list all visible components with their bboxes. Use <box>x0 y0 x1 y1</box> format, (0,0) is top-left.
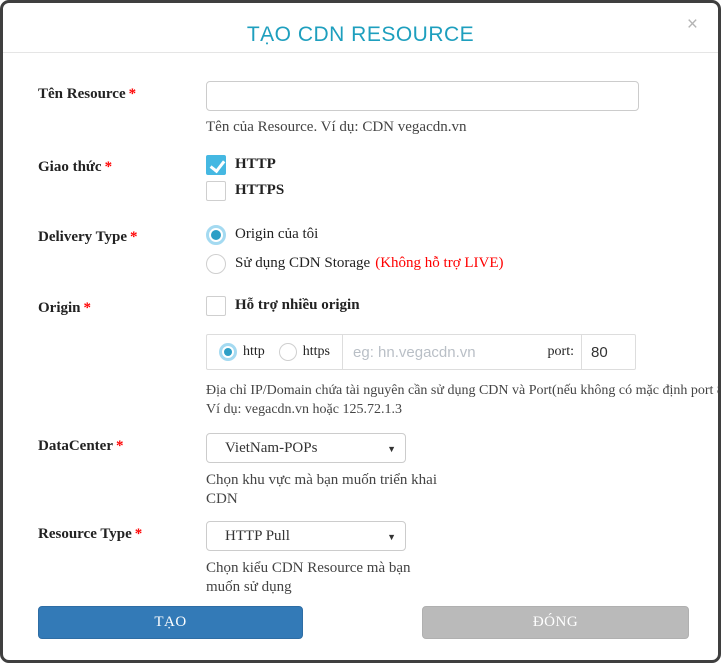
http-scheme-radio[interactable] <box>219 343 237 361</box>
origin-input-group: http https port: <box>206 334 636 370</box>
http-checkbox[interactable] <box>206 155 226 175</box>
https-checkbox-label: HTTPS <box>235 182 284 199</box>
port-input[interactable] <box>582 344 635 361</box>
scheme-option-http[interactable]: http <box>219 343 265 361</box>
required-mark: * <box>135 526 143 542</box>
port-box <box>581 335 635 369</box>
resource-type-helper: Chọn kiểu CDN Resource mà bạn muốn sử dụ… <box>206 559 698 597</box>
required-mark: * <box>129 86 137 102</box>
delivery-option-cdn-storage[interactable]: Sử dụng CDN Storage (Không hỗ trợ LIVE) <box>206 253 698 274</box>
required-mark: * <box>84 300 92 316</box>
dialog-footer: TẠO ĐÓNG <box>38 606 698 639</box>
origin-host-input[interactable] <box>343 335 548 369</box>
dialog-header: TẠO CDN RESOURCE × <box>3 3 718 53</box>
datacenter-helper-line2: CDN <box>206 490 698 509</box>
resource-name-input[interactable] <box>206 81 639 111</box>
no-live-support-note: (Không hỗ trợ LIVE) <box>375 255 503 272</box>
origin-label: Origin* <box>38 295 206 419</box>
resource-name-helper: Tên của Resource. Ví dụ: CDN vegacdn.vn <box>206 118 698 137</box>
delivery-option-my-origin[interactable]: Origin của tôi <box>206 224 698 245</box>
multi-origin-checkbox-label: Hỗ trợ nhiều origin <box>235 297 360 314</box>
resource-type-helper-line2: muốn sử dụng <box>206 578 698 597</box>
datacenter-select[interactable]: VietNam-POPs ▼ <box>206 433 406 463</box>
protocol-option-http[interactable]: HTTP <box>206 154 698 175</box>
resource-type-select[interactable]: HTTP Pull ▼ <box>206 521 406 551</box>
datacenter-row: DataCenter* VietNam-POPs ▼ Chọn khu vực … <box>38 433 698 509</box>
multi-origin-option[interactable]: Hỗ trợ nhiều origin <box>206 295 698 316</box>
cdn-storage-radio-label: Sử dụng CDN Storage <box>235 255 370 272</box>
protocol-option-https[interactable]: HTTPS <box>206 180 698 201</box>
dropdown-arrow-icon: ▼ <box>387 532 396 542</box>
datacenter-label: DataCenter* <box>38 433 206 509</box>
https-scheme-label: https <box>303 344 330 360</box>
datacenter-helper-line1: Chọn khu vực mà bạn muốn triển khai <box>206 471 698 490</box>
http-checkbox-label: HTTP <box>235 156 276 173</box>
resource-type-selected-value: HTTP Pull <box>225 528 290 545</box>
dialog-body: Tên Resource* Tên của Resource. Ví dụ: C… <box>3 53 718 639</box>
my-origin-radio-label: Origin của tôi <box>235 226 318 243</box>
delivery-type-label: Delivery Type* <box>38 224 206 274</box>
https-scheme-radio[interactable] <box>279 343 297 361</box>
origin-row: Origin* Hỗ trợ nhiều origin http <box>38 295 698 419</box>
delivery-type-row: Delivery Type* Origin của tôi Sử dụng CD… <box>38 224 698 274</box>
create-button[interactable]: TẠO <box>38 606 303 639</box>
resource-type-helper-line1: Chọn kiểu CDN Resource mà bạn <box>206 559 698 578</box>
dialog-title: TẠO CDN RESOURCE <box>3 3 718 47</box>
origin-helper-line1: Địa chỉ IP/Domain chứa tài nguyên cần sử… <box>206 381 698 400</box>
resource-name-row: Tên Resource* Tên của Resource. Ví dụ: C… <box>38 81 698 137</box>
scheme-option-https[interactable]: https <box>279 343 330 361</box>
origin-scheme-segment: http https <box>207 335 343 369</box>
required-mark: * <box>105 159 113 175</box>
https-checkbox[interactable] <box>206 181 226 201</box>
protocol-row: Giao thức* HTTP HTTPS <box>38 154 698 201</box>
required-mark: * <box>130 229 138 245</box>
multi-origin-checkbox[interactable] <box>206 296 226 316</box>
protocol-label: Giao thức* <box>38 154 206 201</box>
dropdown-arrow-icon: ▼ <box>387 444 396 454</box>
http-scheme-label: http <box>243 344 265 360</box>
origin-helper-line2: Ví dụ: vegacdn.vn hoặc 125.72.1.3 <box>206 400 698 419</box>
create-cdn-resource-dialog: TẠO CDN RESOURCE × Tên Resource* Tên của… <box>0 0 721 663</box>
close-icon[interactable]: × <box>687 15 698 34</box>
port-label: port: <box>548 344 581 360</box>
my-origin-radio[interactable] <box>206 225 226 245</box>
close-button[interactable]: ĐÓNG <box>422 606 689 639</box>
cdn-storage-radio[interactable] <box>206 254 226 274</box>
resource-type-label: Resource Type* <box>38 521 206 597</box>
origin-helper: Địa chỉ IP/Domain chứa tài nguyên cần sử… <box>206 381 698 419</box>
datacenter-helper: Chọn khu vực mà bạn muốn triển khai CDN <box>206 471 698 509</box>
required-mark: * <box>116 438 124 454</box>
resource-name-label: Tên Resource* <box>38 81 206 137</box>
datacenter-selected-value: VietNam-POPs <box>225 440 317 457</box>
resource-type-row: Resource Type* HTTP Pull ▼ Chọn kiểu CDN… <box>38 521 698 597</box>
